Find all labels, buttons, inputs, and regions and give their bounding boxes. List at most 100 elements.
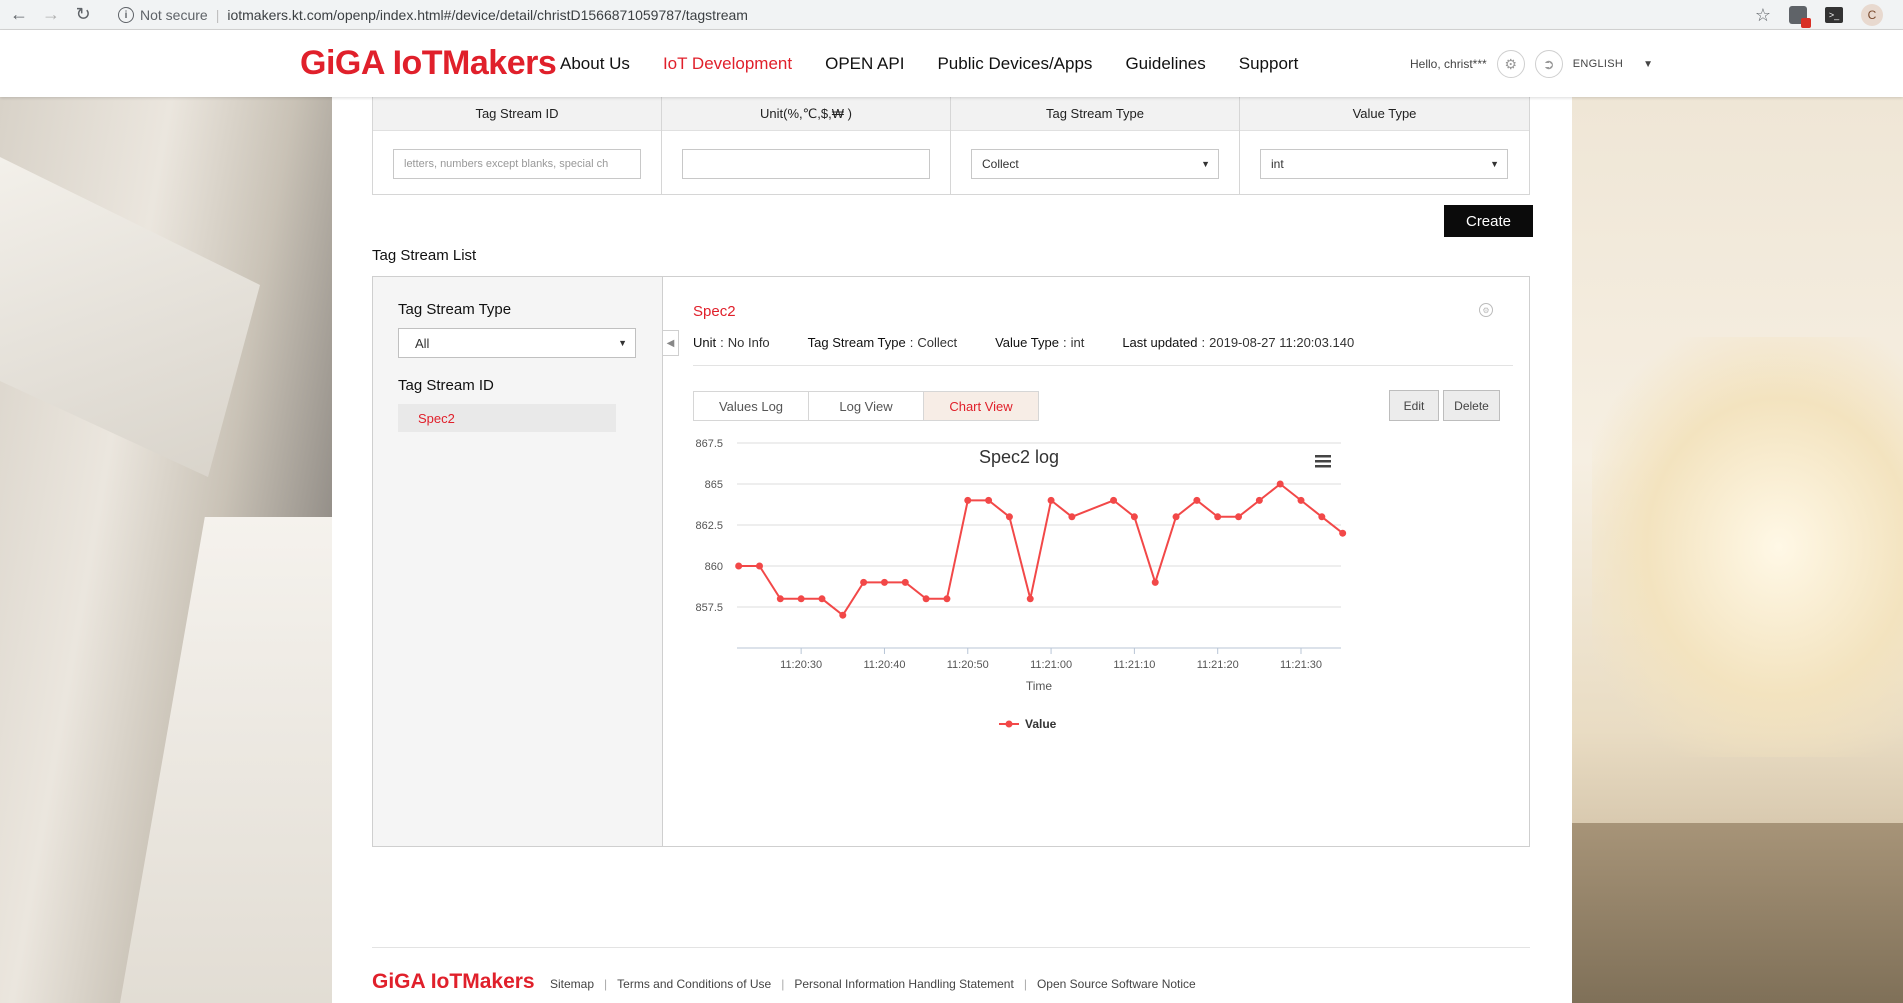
- y-tick-label: 862.5: [695, 520, 723, 532]
- tab-chart-view[interactable]: Chart View: [923, 391, 1039, 421]
- footer-link-terms[interactable]: Terms and Conditions of Use: [617, 977, 771, 991]
- edit-button[interactable]: Edit: [1389, 390, 1439, 421]
- x-tick-label: 11:21:10: [1113, 659, 1155, 671]
- site-header: GiGA IoTMakers About Us IoT Development …: [0, 30, 1903, 97]
- value-type-select[interactable]: int ▼: [1260, 149, 1508, 179]
- series-line: [738, 482, 1344, 617]
- legend-label: Value: [1025, 717, 1057, 731]
- nav-public-devices-apps[interactable]: Public Devices/Apps: [937, 54, 1092, 74]
- data-point: [755, 562, 763, 570]
- settings-gear-icon[interactable]: ⚙: [1496, 50, 1525, 78]
- data-point: [1047, 496, 1055, 504]
- type-value: Collect: [917, 335, 958, 350]
- data-point: [1297, 496, 1305, 504]
- terminal-extension-icon[interactable]: >_: [1825, 7, 1843, 23]
- footer-links: Sitemap | Terms and Conditions of Use | …: [550, 977, 1196, 991]
- filter-type-label: Tag Stream Type: [398, 301, 512, 318]
- legend-marker: [1005, 720, 1013, 728]
- col-header-value-type: Value Type: [1240, 97, 1529, 131]
- info-icon[interactable]: i: [118, 7, 134, 23]
- divider: [693, 365, 1513, 366]
- view-tabs: Values Log Log View Chart View: [693, 391, 1039, 421]
- nav-about-us[interactable]: About Us: [560, 54, 630, 74]
- footer-link-privacy[interactable]: Personal Information Handling Statement: [794, 977, 1013, 991]
- bookmark-star-icon[interactable]: ☆: [1755, 5, 1771, 26]
- data-point: [1214, 513, 1222, 521]
- address-bar[interactable]: i Not secure | iotmakers.kt.com/openp/in…: [110, 3, 1760, 27]
- filter-type-value: All: [415, 335, 430, 351]
- chart-menu-icon: [1315, 455, 1331, 458]
- unit-input[interactable]: [682, 149, 930, 179]
- data-point: [735, 562, 743, 570]
- data-point: [1318, 513, 1326, 521]
- site-logo[interactable]: GiGA IoTMakers: [300, 44, 557, 83]
- tag-stream-type-value: Collect: [982, 157, 1019, 171]
- data-point: [964, 496, 972, 504]
- tag-stream-list-panel: Tag Stream Type All ▼ Tag Stream ID Spec…: [372, 276, 1530, 847]
- background-image-left: [0, 97, 332, 1003]
- col-header-tag-stream-id: Tag Stream ID: [373, 97, 661, 131]
- data-point: [1068, 513, 1076, 521]
- detail-title: Spec2: [693, 303, 736, 320]
- divider: |: [215, 7, 220, 23]
- data-point: [1110, 496, 1118, 504]
- y-tick-label: 860: [705, 561, 723, 573]
- tag-stream-list-title: Tag Stream List: [372, 247, 477, 264]
- nav-support[interactable]: Support: [1239, 54, 1299, 74]
- data-point: [1235, 513, 1243, 521]
- forward-icon[interactable]: →: [38, 2, 64, 28]
- security-label: Not secure: [140, 7, 208, 23]
- data-point: [901, 578, 909, 586]
- create-button[interactable]: Create: [1444, 205, 1533, 237]
- filter-type-select[interactable]: All ▼: [398, 328, 636, 358]
- data-point: [922, 595, 930, 603]
- nav-open-api[interactable]: OPEN API: [825, 54, 904, 74]
- updated-value: 2019-08-27 11:20:03.140: [1209, 335, 1355, 350]
- chevron-down-icon: ▼: [1490, 159, 1499, 169]
- data-point: [943, 595, 951, 603]
- logout-icon[interactable]: ➲: [1534, 50, 1563, 78]
- nav-guidelines[interactable]: Guidelines: [1125, 54, 1205, 74]
- data-point: [797, 595, 805, 603]
- list-item-spec2[interactable]: Spec2: [398, 404, 616, 432]
- x-axis-title: Time: [1026, 679, 1053, 693]
- tag-stream-id-input[interactable]: letters, numbers except blanks, special …: [393, 149, 641, 179]
- tab-log-view[interactable]: Log View: [808, 391, 924, 421]
- chart-menu-icon: [1315, 460, 1331, 463]
- settings-icon[interactable]: ⚙: [1479, 303, 1493, 317]
- delete-button[interactable]: Delete: [1443, 390, 1500, 421]
- collapse-arrow-icon[interactable]: ◀: [663, 330, 679, 356]
- data-point: [880, 578, 888, 586]
- extension-icon[interactable]: [1789, 6, 1811, 28]
- language-select[interactable]: ENGLISH: [1573, 58, 1623, 70]
- data-point: [1005, 513, 1013, 521]
- footer-link-open-source[interactable]: Open Source Software Notice: [1037, 977, 1196, 991]
- data-point: [860, 578, 868, 586]
- footer-link-sitemap[interactable]: Sitemap: [550, 977, 594, 991]
- value-type-value: int: [1271, 157, 1284, 171]
- x-tick-label: 11:20:40: [863, 659, 905, 671]
- data-point: [818, 595, 826, 603]
- data-point: [1276, 480, 1284, 488]
- x-tick-label: 11:20:50: [947, 659, 989, 671]
- reload-icon[interactable]: ↻: [70, 2, 96, 28]
- footer-logo[interactable]: GiGA IoTMakers: [372, 970, 535, 994]
- divider: [372, 947, 1530, 948]
- tag-stream-type-select[interactable]: Collect ▼: [971, 149, 1219, 179]
- background-image-right: [1572, 97, 1903, 1003]
- chevron-down-icon[interactable]: ▼: [1643, 59, 1653, 70]
- data-point: [1193, 496, 1201, 504]
- main-nav: About Us IoT Development OPEN API Public…: [560, 54, 1298, 74]
- profile-avatar[interactable]: C: [1861, 4, 1883, 26]
- filter-id-label: Tag Stream ID: [398, 377, 494, 394]
- back-icon[interactable]: ←: [6, 2, 32, 28]
- browser-toolbar: ← → ↻ i Not secure | iotmakers.kt.com/op…: [0, 0, 1903, 30]
- tab-values-log[interactable]: Values Log: [693, 391, 809, 421]
- y-tick-label: 857.5: [695, 602, 723, 614]
- nav-iot-development[interactable]: IoT Development: [663, 54, 792, 74]
- user-area: Hello, christ*** ⚙ ➲ ENGLISH ▼: [1410, 50, 1653, 78]
- x-tick-label: 11:21:00: [1030, 659, 1072, 671]
- greeting-text: Hello, christ***: [1410, 57, 1487, 71]
- y-tick-label: 865: [705, 479, 723, 491]
- url-text[interactable]: iotmakers.kt.com/openp/index.html#/devic…: [227, 7, 748, 23]
